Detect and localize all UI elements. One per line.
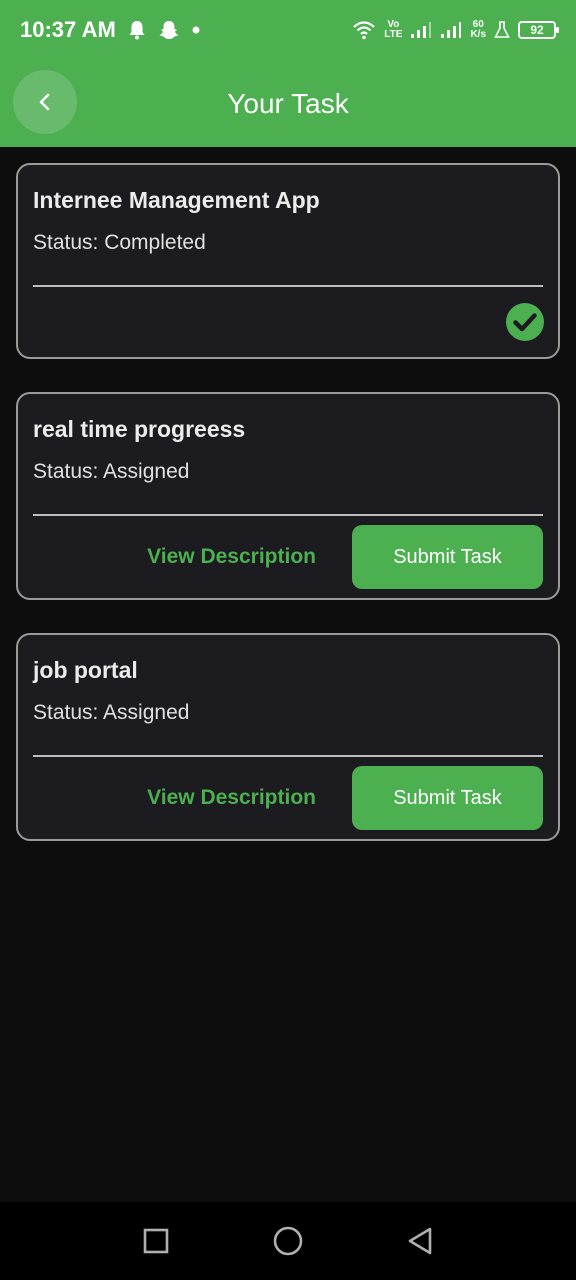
dot-icon — [192, 26, 200, 34]
network-speed: 60 K/s — [470, 20, 486, 40]
square-icon — [143, 1228, 169, 1254]
task-card: Internee Management App Status: Complete… — [16, 163, 560, 359]
triangle-back-icon — [408, 1227, 432, 1255]
task-actions: View Description Submit Task — [33, 516, 543, 598]
task-title: job portal — [33, 657, 138, 683]
home-button[interactable] — [268, 1221, 308, 1261]
task-status: Status: Assigned — [33, 701, 190, 724]
task-actions — [33, 287, 544, 357]
check-circle-icon — [506, 303, 544, 341]
wifi-icon — [353, 21, 376, 40]
view-description-button[interactable]: View Description — [147, 786, 316, 810]
page-title: Your Task — [227, 87, 349, 119]
status-time: 10:37 AM — [20, 17, 116, 42]
back-button[interactable] — [13, 70, 77, 134]
status-left: 10:37 AM — [20, 17, 200, 43]
chevron-left-icon — [39, 93, 50, 111]
task-card: real time progreess Status: Assigned Vie… — [16, 392, 560, 600]
task-status: Status: Assigned — [33, 460, 190, 483]
network-bottom: LTE — [384, 29, 403, 40]
task-card: job portal Status: Assigned View Descrip… — [16, 633, 560, 841]
task-title: Internee Management App — [33, 187, 320, 213]
speed-bottom: K/s — [470, 29, 486, 40]
bell-icon — [129, 21, 145, 40]
task-actions: View Description Submit Task — [33, 757, 543, 839]
recents-button[interactable] — [136, 1221, 176, 1261]
task-status: Status: Completed — [33, 231, 206, 254]
network-type: Vo LTE — [384, 20, 402, 40]
circle-icon — [273, 1226, 303, 1256]
submit-task-button[interactable]: Submit Task — [352, 766, 543, 830]
signal-icon-1 — [411, 22, 432, 38]
view-description-button[interactable]: View Description — [147, 545, 316, 569]
submit-task-button[interactable]: Submit Task — [352, 525, 543, 589]
status-bar: 10:37 AM Vo LTE 60 K/s 92 — [0, 0, 576, 60]
navigation-bar — [0, 1202, 576, 1280]
battery-indicator: 92 — [518, 21, 559, 39]
back-nav-button[interactable] — [400, 1221, 440, 1261]
snapchat-icon — [159, 21, 179, 39]
status-right: Vo LTE 60 K/s 92 — [352, 20, 559, 40]
signal-icon-2 — [441, 22, 462, 38]
task-title: real time progreess — [33, 416, 246, 442]
task-list: Internee Management App Status: Complete… — [16, 163, 560, 841]
app-bar: Your Task — [0, 60, 576, 147]
flask-icon — [494, 21, 510, 38]
